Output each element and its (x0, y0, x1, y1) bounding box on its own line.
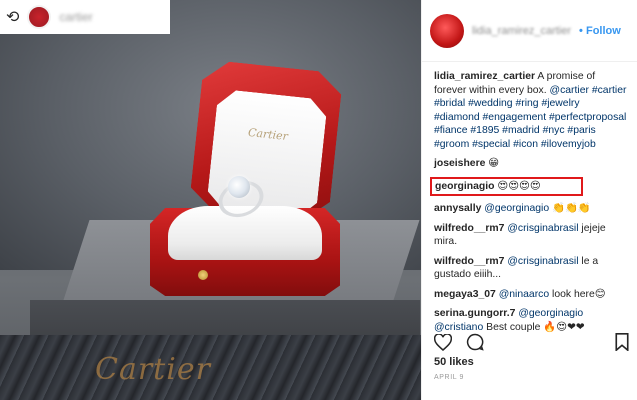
comments-list: lidia_ramirez_cartier A promise of forev… (422, 62, 637, 334)
comment-item: wilfredo__rm7 @crisginabrasil jejeje mir… (434, 222, 627, 249)
comment-icon[interactable] (466, 333, 484, 356)
comment-mention[interactable]: @ninaarco (499, 289, 549, 300)
caption: lidia_ramirez_cartier A promise of forev… (434, 70, 627, 151)
comment-username[interactable]: megaya3_07 (434, 289, 496, 300)
highlight-box: georginagio 😍😍😍😍 (430, 176, 583, 196)
comment-emoji: 🔥😍❤❤ (543, 320, 585, 333)
post-date[interactable]: APRIL 9 (434, 374, 464, 381)
author-name[interactable]: lidia_ramirez_cartier (472, 25, 571, 37)
comment-emoji: 👏👏👏 (552, 202, 591, 214)
repost-avatar[interactable] (27, 5, 52, 29)
author-avatar[interactable] (430, 13, 464, 48)
action-bar (433, 332, 484, 356)
comment-username[interactable]: wilfredo__rm7 (434, 256, 504, 267)
comment-text: look here (552, 288, 595, 300)
post-photo[interactable]: Cartier Cartier ⟲ cartier (0, 0, 421, 400)
comment-username[interactable]: serina.gungorr.7 (434, 308, 515, 319)
comment-item: joseishere 😁 (434, 157, 627, 171)
post-header: lidia_ramirez_cartier • Follow (422, 0, 637, 62)
comment-mention[interactable]: @crisginabrasil (507, 256, 578, 267)
comment-username[interactable]: joseishere (434, 158, 485, 169)
repost-icon: ⟲ (6, 9, 20, 26)
follow-button[interactable]: • Follow (579, 25, 621, 37)
comment-item-highlighted: georginagio 😍😍😍😍 (430, 176, 627, 196)
comment-item: wilfredo__rm7 @crisginabrasil le a gusta… (434, 255, 627, 282)
comment-username[interactable]: wilfredo__rm7 (434, 223, 504, 234)
comment-item: annysally @georginagio 👏👏👏 (434, 202, 627, 216)
diamond (228, 176, 250, 198)
comment-mention[interactable]: @georginagio (484, 203, 549, 214)
comment-emoji: 😍😍😍😍 (497, 179, 541, 192)
follow-label: Follow (585, 24, 621, 37)
comment-username[interactable]: annysally (434, 203, 481, 214)
box-clasp (198, 270, 208, 280)
comment-mention[interactable]: @crisginabrasil (507, 223, 578, 234)
comment-username[interactable]: georginagio (435, 181, 494, 192)
caption-username[interactable]: lidia_ramirez_cartier (434, 71, 535, 82)
repost-header: ⟲ cartier (0, 0, 170, 34)
caption-mention[interactable]: @cartier (550, 85, 589, 96)
comment-emoji: 😁 (488, 157, 500, 169)
post-sidebar: lidia_ramirez_cartier • Follow lidia_ram… (421, 0, 637, 400)
comment-emoji: 😊 (594, 287, 606, 300)
comment-text: Best couple (486, 321, 541, 333)
marble-engraving: Cartier (95, 352, 211, 387)
comment-item: megaya3_07 @ninaarco look here😊 (434, 288, 627, 302)
bookmark-icon[interactable] (615, 333, 629, 356)
heart-icon[interactable] (433, 332, 453, 356)
likes-count[interactable]: 50 likes (434, 356, 474, 368)
repost-account-name[interactable]: cartier (59, 10, 92, 24)
comment-item: serina.gungorr.7 @georginagio @cristiano… (434, 307, 627, 334)
